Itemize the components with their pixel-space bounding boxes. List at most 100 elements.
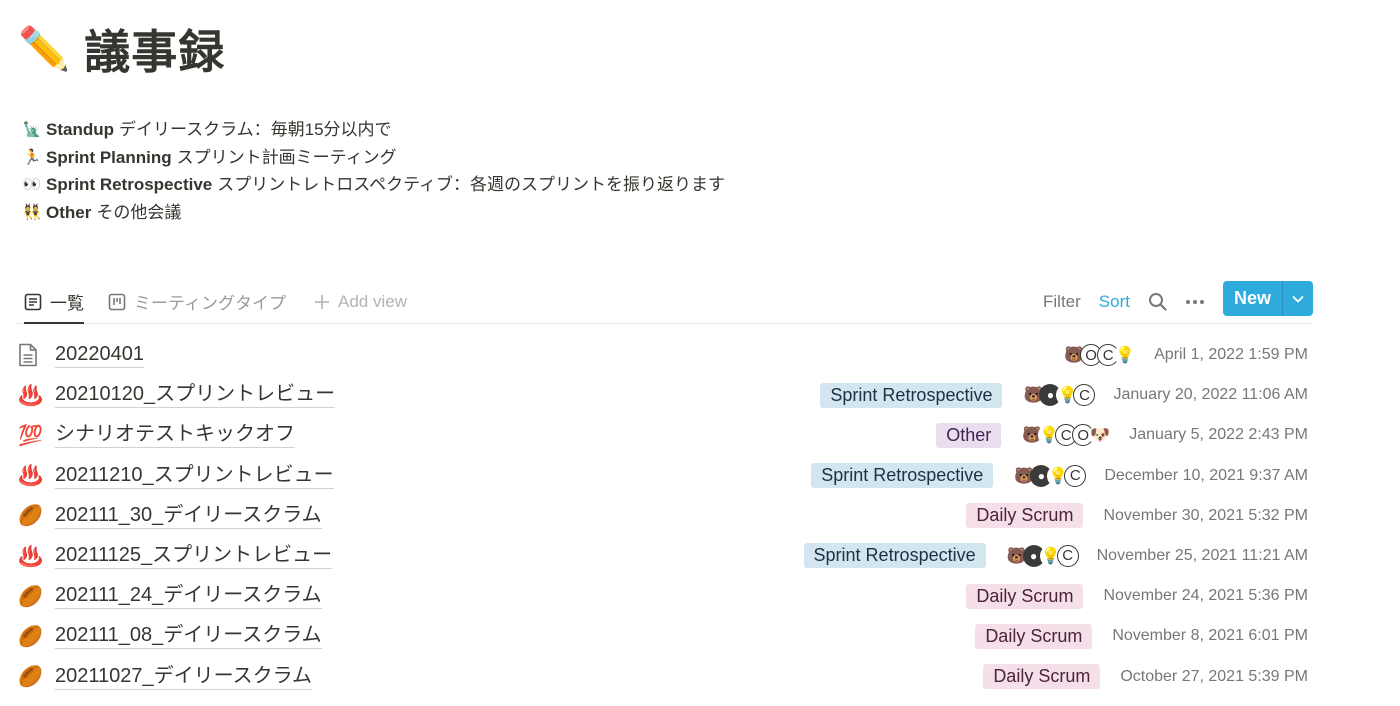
meeting-type-tag[interactable]: Daily Scrum xyxy=(966,583,1084,609)
chevron-down-icon[interactable] xyxy=(1282,281,1313,316)
description-line: 👯 Other その他会議 xyxy=(22,199,725,227)
item-properties: Daily Scrum November 30, 2021 5:32 PM xyxy=(966,496,1308,536)
tab-label: 一覧 xyxy=(50,294,84,313)
item-properties: Daily Scrum November 24, 2021 5:36 PM xyxy=(966,576,1308,616)
page-title[interactable]: 議事録 xyxy=(84,16,225,82)
tab-label: ミーティングタイプ xyxy=(134,294,286,313)
filter-button[interactable]: Filter xyxy=(1043,292,1081,312)
description-text: スプリント計画ミーティング xyxy=(176,147,397,167)
item-title[interactable]: 202111_08_デイリースクラム xyxy=(55,623,322,650)
description-keyword: Other xyxy=(46,202,92,222)
item-properties: 🐻 O C 💡 April 1, 2022 1:59 PM xyxy=(1063,335,1308,375)
add-view-label: Add view xyxy=(338,291,407,311)
list-view-icon xyxy=(24,293,42,311)
attendees[interactable]: 🐻 O C 💡 xyxy=(1063,344,1137,366)
hot-springs-icon: ♨️ xyxy=(18,465,43,488)
meeting-type-tag[interactable]: Daily Scrum xyxy=(975,623,1093,649)
tab-meeting-type[interactable]: ミーティングタイプ xyxy=(108,280,286,323)
created-date: November 8, 2021 6:01 PM xyxy=(1112,627,1308,645)
rugby-ball-icon: 🏉 xyxy=(18,505,43,528)
pencil-icon: ✏️ xyxy=(18,24,71,72)
list-item[interactable]: ♨️ 20210120_スプリントレビュー Sprint Retrospective… xyxy=(18,375,1308,415)
sort-button[interactable]: Sort xyxy=(1099,292,1130,312)
created-date: October 27, 2021 5:39 PM xyxy=(1120,667,1308,685)
list-item[interactable]: 20220401 🐻 O C 💡 April 1, 2022 1:59 PM xyxy=(18,335,1308,375)
avatar: C xyxy=(1056,544,1079,567)
plus-icon xyxy=(314,294,330,310)
item-properties: Sprint Retrospective 🐻 ● 💡 C December 10, 202… xyxy=(811,456,1308,496)
created-date: April 1, 2022 1:59 PM xyxy=(1154,346,1308,363)
description-text: スプリントレトロスペクティブ：各週のスプリントを振り返ります xyxy=(217,175,726,194)
tab-list-view[interactable]: 一覧 xyxy=(24,280,84,324)
meeting-type-tag[interactable]: Sprint Retrospective xyxy=(803,543,986,569)
description-keyword: Sprint Planning xyxy=(46,147,172,167)
list-item[interactable]: 🏉 202111_30_デイリースクラム Daily Scrum November 3… xyxy=(18,496,1308,536)
item-title[interactable]: 202111_30_デイリースクラム xyxy=(55,503,322,529)
meeting-type-tag[interactable]: Other xyxy=(936,422,1002,448)
new-button[interactable]: New xyxy=(1223,281,1282,316)
attendees[interactable]: 🐻 💡 C O 🐶 xyxy=(1021,424,1112,447)
view-toolbar: 一覧 ミーティングタイプ Add view Filter Sort New xyxy=(16,280,1313,324)
document-icon xyxy=(18,343,46,367)
statue-of-liberty-icon: 🗽 xyxy=(22,121,42,138)
toolbar-actions: Filter Sort New xyxy=(1043,280,1313,323)
created-date: November 25, 2021 11:21 AM xyxy=(1096,546,1308,564)
list-item[interactable]: 🏉 20211027_デイリースクラム Daily Scrum October 27,… xyxy=(18,657,1308,697)
created-date: January 20, 2022 11:06 AM xyxy=(1113,386,1308,404)
description-keyword: Standup xyxy=(46,120,114,139)
created-date: November 30, 2021 5:32 PM xyxy=(1103,506,1308,524)
eyes-icon: 👀 xyxy=(22,176,42,193)
add-view-button[interactable]: Add view xyxy=(314,280,407,323)
search-icon[interactable] xyxy=(1148,292,1167,311)
avatar: 💡 xyxy=(1114,344,1137,366)
item-title[interactable]: シナリオテストキックオフ xyxy=(55,422,295,449)
new-button-group: New xyxy=(1222,281,1313,316)
description-line: 🗽 Standup デイリースクラム：毎朝15分以内で xyxy=(22,116,725,144)
meeting-type-tag[interactable]: Daily Scrum xyxy=(983,664,1101,689)
page-header: ✏️ 議事録 xyxy=(18,18,225,80)
list-item[interactable]: ♨️ 20211125_スプリントレビュー Sprint Retrospective… xyxy=(18,536,1308,576)
item-title[interactable]: 20210120_スプリントレビュー xyxy=(55,382,336,409)
item-properties: Sprint Retrospective 🐻 ● 💡 C January 20, 2022… xyxy=(820,375,1308,415)
database-list: 20220401 🐻 O C 💡 April 1, 2022 1:59 PM ♨️ 20210… xyxy=(18,335,1308,697)
avatar: 🐶 xyxy=(1089,424,1112,447)
description-line: 🏃 Sprint Planning スプリント計画ミーティング xyxy=(22,144,725,172)
list-item[interactable]: 🏉 202111_08_デイリースクラム Daily Scrum November 8… xyxy=(18,616,1308,656)
created-date: December 10, 2021 9:37 AM xyxy=(1104,466,1308,484)
meeting-type-tag[interactable]: Sprint Retrospective xyxy=(811,463,994,489)
board-view-icon xyxy=(108,293,126,311)
item-properties: Daily Scrum October 27, 2021 5:39 PM xyxy=(983,657,1308,697)
rugby-ball-icon: 🏉 xyxy=(18,666,43,689)
meeting-type-tag[interactable]: Sprint Retrospective xyxy=(820,382,1003,408)
rugby-ball-icon: 🏉 xyxy=(18,625,43,648)
avatar: C xyxy=(1064,464,1087,487)
item-title[interactable]: 20220401 xyxy=(55,342,144,369)
meeting-type-tag[interactable]: Daily Scrum xyxy=(966,503,1084,529)
item-title[interactable]: 202111_24_デイリースクラム xyxy=(55,583,322,610)
rugby-ball-icon: 🏉 xyxy=(18,585,43,608)
description-keyword: Sprint Retrospective xyxy=(46,175,213,194)
item-title[interactable]: 20211210_スプリントレビュー xyxy=(55,463,334,489)
item-properties: Daily Scrum November 8, 2021 6:01 PM xyxy=(975,616,1308,656)
description-line: 👀 Sprint Retrospective スプリントレトロスペクティブ：各週… xyxy=(22,171,725,199)
page-description: 🗽 Standup デイリースクラム：毎朝15分以内で 🏃 Sprint Pla… xyxy=(22,116,725,226)
hundred-points-icon: 💯 xyxy=(18,424,43,447)
list-item[interactable]: ♨️ 20211210_スプリントレビュー Sprint Retrospective… xyxy=(18,456,1308,496)
item-title[interactable]: 20211027_デイリースクラム xyxy=(55,664,313,690)
avatar: C xyxy=(1073,384,1096,407)
attendees[interactable]: 🐻 ● 💡 C xyxy=(1022,384,1096,407)
description-text: その他会議 xyxy=(96,202,182,222)
list-item[interactable]: 🏉 202111_24_デイリースクラム Daily Scrum November 2… xyxy=(18,576,1308,616)
item-properties: Other 🐻 💡 C O 🐶 January 5, 2022 2:43 PM xyxy=(936,415,1308,455)
more-options-icon[interactable] xyxy=(1185,299,1205,305)
item-title[interactable]: 20211125_スプリントレビュー xyxy=(55,543,333,570)
hot-springs-icon: ♨️ xyxy=(18,384,43,407)
description-text: デイリースクラム：毎朝15分以内で xyxy=(119,120,392,139)
item-properties: Sprint Retrospective 🐻 ● 💡 C November 25, 202… xyxy=(803,536,1308,576)
hot-springs-icon: ♨️ xyxy=(18,545,43,568)
attendees[interactable]: 🐻 ● 💡 C xyxy=(1013,464,1087,487)
runner-icon: 🏃 xyxy=(22,148,42,166)
created-date: November 24, 2021 5:36 PM xyxy=(1103,587,1308,605)
attendees[interactable]: 🐻 ● 💡 C xyxy=(1005,544,1079,567)
list-item[interactable]: 💯 シナリオテストキックオフ Other 🐻 💡 C O 🐶 January 5, 2022 2… xyxy=(18,415,1308,455)
